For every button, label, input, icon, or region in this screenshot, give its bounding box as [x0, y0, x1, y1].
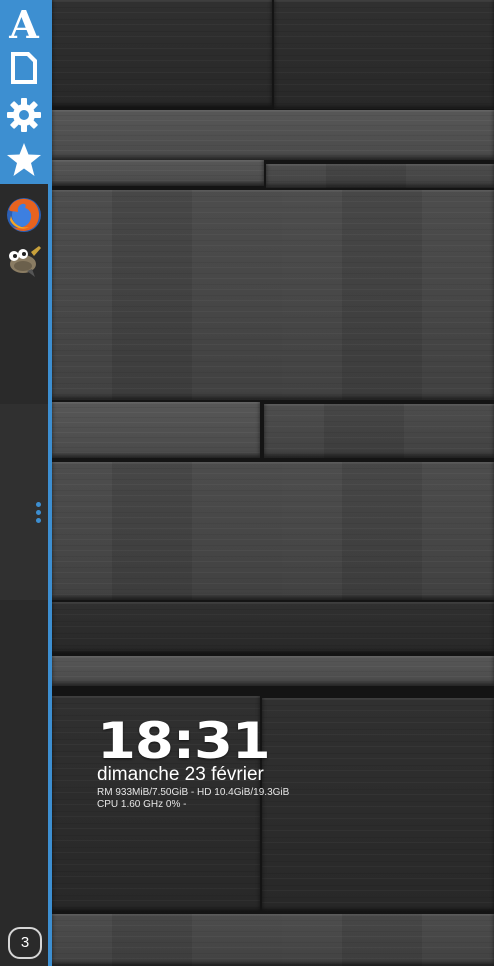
star-icon	[7, 143, 41, 176]
gimp-icon	[9, 246, 41, 277]
gear-icon	[7, 98, 41, 132]
clock-widget: 18:31 dimanche 23 février RM 933MiB/7.50…	[97, 715, 289, 811]
files-launcher[interactable]	[4, 48, 44, 88]
dock-accent-bar	[48, 0, 52, 966]
svg-text:A: A	[8, 5, 39, 43]
dock-resize-handle[interactable]	[36, 502, 42, 526]
memory-stats: RM 933MiB/7.50GiB - HD 10.4GiB/19.3GiB	[97, 787, 290, 798]
workspace-indicator[interactable]: 3	[8, 927, 42, 959]
favorites-launcher[interactable]	[4, 140, 44, 180]
document-icon	[11, 52, 37, 84]
gimp-launcher[interactable]	[4, 241, 44, 281]
firefox-icon	[7, 198, 41, 232]
clock-time: 18:31	[97, 712, 271, 770]
settings-launcher[interactable]	[4, 95, 44, 135]
firefox-launcher[interactable]	[4, 195, 44, 235]
desktop-wallpaper[interactable]	[52, 0, 494, 966]
cpu-stats: CPU 1.60 GHz 0% -	[97, 799, 187, 810]
text-editor-launcher[interactable]: A	[4, 4, 44, 44]
letter-a-icon: A	[8, 5, 39, 43]
